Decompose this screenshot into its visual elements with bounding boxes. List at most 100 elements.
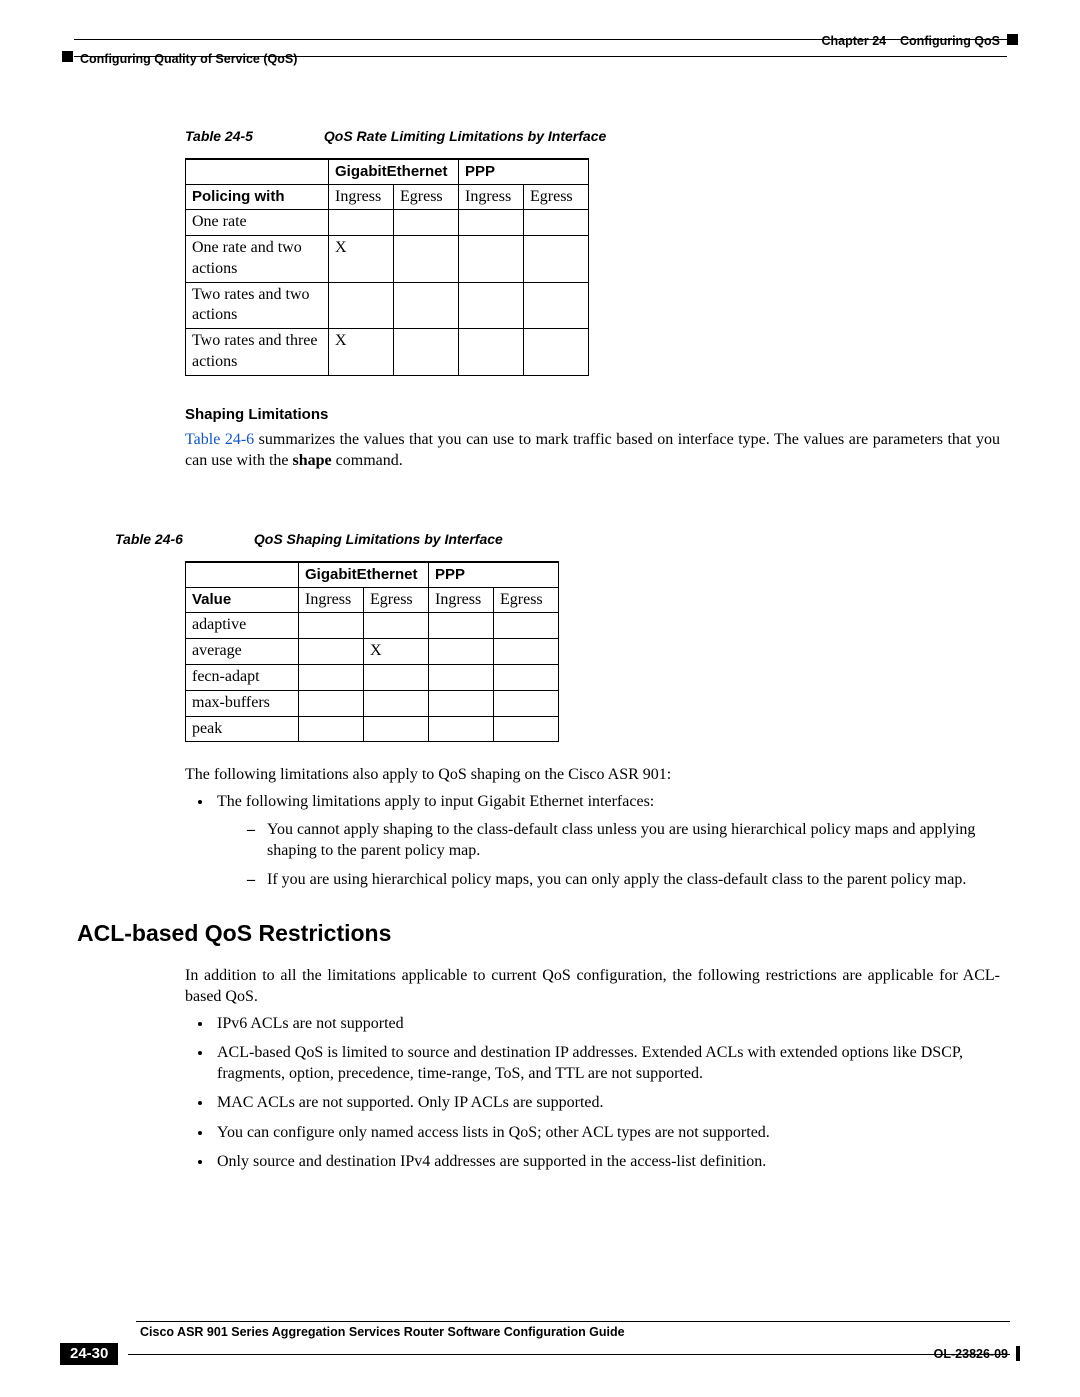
cell	[494, 690, 559, 716]
command-name: shape	[293, 452, 332, 469]
acl-list: IPv6 ACLs are not supported ACL-based Qo…	[213, 1013, 1000, 1172]
shaping-heading: Shaping Limitations	[185, 406, 1000, 423]
footer-rule	[128, 1354, 1010, 1355]
table-link[interactable]: Table 24-6	[185, 431, 254, 448]
table-row: Two rates and three actions X	[186, 329, 589, 376]
cell: Two rates and three actions	[186, 329, 329, 376]
table-row: max-buffers	[186, 690, 559, 716]
table-row: peak	[186, 716, 559, 742]
table-24-5: GigabitEthernet PPP Policing with Ingres…	[185, 158, 589, 376]
cell	[364, 690, 429, 716]
cell: X	[329, 236, 394, 283]
cell	[524, 329, 589, 376]
cell	[329, 210, 394, 236]
cell	[429, 664, 494, 690]
follow-para: The following limitations also apply to …	[185, 764, 1000, 785]
list-item: Only source and destination IPv4 address…	[213, 1151, 1000, 1172]
cell	[299, 664, 364, 690]
footer-marker-icon	[1016, 1346, 1020, 1361]
caption-label: Table 24-5	[185, 128, 320, 144]
cell	[394, 210, 459, 236]
col-group: GigabitEthernet	[329, 159, 459, 184]
row-head: Policing with	[186, 184, 329, 210]
table-row: average X	[186, 639, 559, 665]
cell: Two rates and two actions	[186, 282, 329, 329]
sub-col: Ingress	[459, 184, 524, 210]
cell	[364, 664, 429, 690]
sub-bullet-list: You cannot apply shaping to the class-de…	[247, 819, 1000, 890]
cell	[329, 282, 394, 329]
cell	[299, 690, 364, 716]
table-row: fecn-adapt	[186, 664, 559, 690]
list-item: The following limitations apply to input…	[213, 791, 1000, 889]
cell: adaptive	[186, 613, 299, 639]
bullet-list: The following limitations apply to input…	[213, 791, 1000, 889]
cell: X	[329, 329, 394, 376]
list-item: IPv6 ACLs are not supported	[213, 1013, 1000, 1034]
footer-rule	[136, 1321, 1010, 1322]
cell	[364, 613, 429, 639]
cell	[429, 690, 494, 716]
shaping-para: Table 24-6 summarizes the values that yo…	[185, 429, 1000, 471]
row-head: Value	[186, 587, 299, 613]
acl-heading: ACL-based QoS Restrictions	[77, 920, 1000, 947]
cell	[494, 639, 559, 665]
caption-text: QoS Rate Limiting Limitations by Interfa…	[324, 128, 606, 144]
cell	[394, 236, 459, 283]
col-group: GigabitEthernet	[299, 562, 429, 587]
cell	[459, 210, 524, 236]
sub-col: Ingress	[299, 587, 364, 613]
page: Chapter 24 Configuring QoS Configuring Q…	[0, 0, 1080, 1397]
cell	[429, 613, 494, 639]
caption-text: QoS Shaping Limitations by Interface	[254, 531, 503, 547]
page-footer: Cisco ASR 901 Series Aggregation Service…	[60, 1321, 1020, 1365]
list-item: MAC ACLs are not supported. Only IP ACLs…	[213, 1092, 1000, 1113]
cell	[459, 282, 524, 329]
acl-intro: In addition to all the limitations appli…	[185, 965, 1000, 1007]
header-marker-icon	[1007, 34, 1018, 45]
cell	[299, 639, 364, 665]
cell: max-buffers	[186, 690, 299, 716]
list-item: ACL-based QoS is limited to source and d…	[213, 1042, 1000, 1084]
page-number: 24-30	[60, 1343, 118, 1365]
col-group: PPP	[429, 562, 559, 587]
header-chapter: Chapter 24 Configuring QoS	[822, 34, 1001, 48]
table-row: Two rates and two actions	[186, 282, 589, 329]
list-item: You can configure only named access list…	[213, 1122, 1000, 1143]
cell	[459, 329, 524, 376]
content-area: Table 24-5 QoS Rate Limiting Limitations…	[60, 128, 1020, 1172]
cell	[524, 236, 589, 283]
page-header: Chapter 24 Configuring QoS Configuring Q…	[60, 32, 1020, 68]
cell	[394, 282, 459, 329]
sub-col: Ingress	[429, 587, 494, 613]
cell: peak	[186, 716, 299, 742]
sub-col: Egress	[364, 587, 429, 613]
table-caption-5: Table 24-5 QoS Rate Limiting Limitations…	[185, 128, 1000, 144]
cell	[299, 613, 364, 639]
table-caption-6: Table 24-6 QoS Shaping Limitations by In…	[115, 531, 1000, 547]
col-group: PPP	[459, 159, 589, 184]
sub-col: Egress	[394, 184, 459, 210]
cell	[494, 613, 559, 639]
cell	[494, 716, 559, 742]
cell: fecn-adapt	[186, 664, 299, 690]
sub-col: Ingress	[329, 184, 394, 210]
list-item: You cannot apply shaping to the class-de…	[247, 819, 1000, 861]
sub-col: Egress	[494, 587, 559, 613]
chapter-label: Chapter 24	[822, 34, 887, 48]
chapter-title: Configuring QoS	[900, 34, 1000, 48]
cell	[394, 329, 459, 376]
cell: One rate and two actions	[186, 236, 329, 283]
cell	[364, 716, 429, 742]
table-24-6: GigabitEthernet PPP Value Ingress Egress…	[185, 561, 559, 742]
table-row: One rate and two actions X	[186, 236, 589, 283]
cell	[299, 716, 364, 742]
cell	[494, 664, 559, 690]
cell: average	[186, 639, 299, 665]
caption-label: Table 24-6	[115, 531, 250, 547]
cell	[459, 236, 524, 283]
cell: X	[364, 639, 429, 665]
table-row: adaptive	[186, 613, 559, 639]
guide-title: Cisco ASR 901 Series Aggregation Service…	[140, 1325, 1020, 1339]
table-row: One rate	[186, 210, 589, 236]
